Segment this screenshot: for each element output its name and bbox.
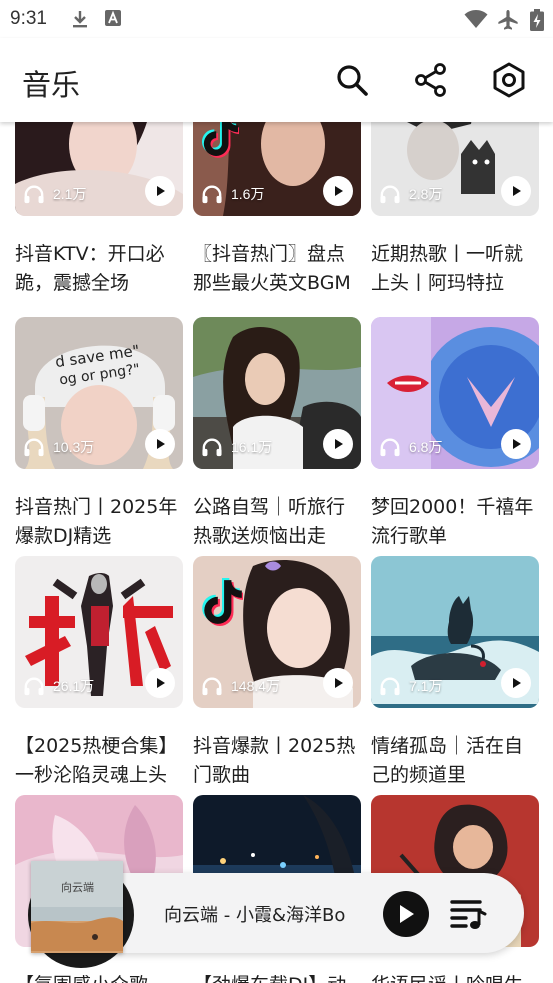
play-button[interactable] (323, 176, 353, 206)
text-a-icon (105, 10, 121, 26)
page-title: 音乐 (22, 68, 81, 102)
play-count: 7.1万 (379, 676, 442, 696)
share-icon (415, 63, 446, 97)
wifi-icon (464, 10, 488, 28)
playlist-cover: 2.1万 (15, 122, 183, 216)
headphones-icon (379, 184, 401, 204)
playlist-title: 梦回2000！千禧年 流行歌单 (371, 496, 534, 547)
play-icon (509, 184, 523, 198)
svg-text:向云端: 向云端 (61, 880, 94, 894)
playlist-title: 〖抖音热门〗盘点 那些最火英文BGM (193, 243, 351, 294)
play-icon (153, 184, 167, 198)
headphones-icon (201, 676, 223, 696)
playlist-title: 华语民谣丨吟唱生 (371, 971, 546, 983)
play-button[interactable] (145, 176, 175, 206)
playlist-title: 抖音KTV：开口必 跪，震撼全场 (15, 243, 165, 294)
play-button[interactable] (323, 429, 353, 459)
playlist-title: 抖音爆款丨2025热 门歌曲 (193, 735, 356, 786)
playlist-cover: 16.1万 (193, 317, 361, 469)
airplane-icon (498, 10, 518, 30)
play-icon (153, 676, 167, 690)
play-icon (331, 676, 345, 690)
play-count: 2.8万 (379, 184, 442, 204)
playlist-cover: 1.6万 (193, 122, 361, 216)
playlist-cover: 148.4万 (193, 556, 361, 708)
playlist-title: 公路自驾｜听旅行 热歌送烦恼出走 (193, 496, 346, 547)
playlist-title: 【氛围感小众歌 (15, 971, 190, 983)
status-bar: 9:31 (0, 0, 553, 38)
playlist-button[interactable] (449, 896, 487, 932)
playlist-title: 【2025热梗合集】 一秒沦陷灵魂上头 (15, 735, 178, 786)
play-count: 2.1万 (23, 184, 86, 204)
search-icon (337, 65, 368, 96)
playlist-cover: d save me" og or png?" 10.3万 (15, 317, 183, 469)
now-playing-title: 向云端 - 小霞&海洋Bo (164, 905, 346, 926)
play-count: 6.8万 (379, 437, 442, 457)
playlist-icon (450, 900, 487, 929)
play-count: 10.3万 (23, 437, 94, 457)
album-art: 向云端 (31, 861, 123, 953)
play-count: 16.1万 (201, 437, 272, 457)
play-button[interactable] (145, 668, 175, 698)
playlist-title: 抖音热门丨2025年 爆款DJ精选 (15, 496, 178, 547)
search-button[interactable] (330, 58, 374, 102)
playlist-title: 【劲爆车载DJ】动 (193, 971, 368, 983)
play-icon (400, 905, 414, 923)
play-count: 26.1万 (23, 676, 94, 696)
play-button[interactable] (145, 429, 175, 459)
app-bar: 音乐 (0, 38, 553, 122)
now-playing-cover[interactable]: 向云端 (31, 861, 123, 953)
play-button[interactable] (501, 668, 531, 698)
play-button[interactable] (501, 429, 531, 459)
settings-button[interactable] (487, 58, 531, 102)
play-button[interactable] (323, 668, 353, 698)
headphones-icon (379, 437, 401, 457)
headphones-icon (379, 676, 401, 696)
headphones-icon (201, 437, 223, 457)
playlist-cover: 26.1万 (15, 556, 183, 708)
headphones-icon (23, 437, 45, 457)
play-icon (153, 437, 167, 451)
playlist-cover: 6.8万 (371, 317, 539, 469)
playlist-feed[interactable]: 2.1万 抖音KTV：开口必 跪，震撼全场 1.6万 〖抖音热门〗盘点 那些最火… (0, 122, 553, 983)
play-icon (509, 437, 523, 451)
play-icon (509, 676, 523, 690)
play-pause-button[interactable] (383, 891, 429, 937)
play-icon (331, 437, 345, 451)
play-count: 148.4万 (201, 676, 280, 696)
playlist-title: 情绪孤岛｜活在自 己的频道里 (371, 735, 524, 786)
headphones-icon (23, 184, 45, 204)
battery-charging-icon (530, 9, 544, 31)
download-icon (73, 11, 87, 28)
settings-icon (493, 62, 525, 98)
play-icon (331, 184, 345, 198)
play-button[interactable] (501, 176, 531, 206)
share-button[interactable] (409, 58, 453, 102)
playlist-cover: 2.8万 (371, 122, 539, 216)
play-count: 1.6万 (201, 184, 264, 204)
status-time: 9:31 (10, 8, 47, 29)
playlist-cover: 7.1万 (371, 556, 539, 708)
headphones-icon (23, 676, 45, 696)
playlist-title: 近期热歌丨一听就 上头丨阿玛特拉 (371, 243, 524, 294)
headphones-icon (201, 184, 223, 204)
